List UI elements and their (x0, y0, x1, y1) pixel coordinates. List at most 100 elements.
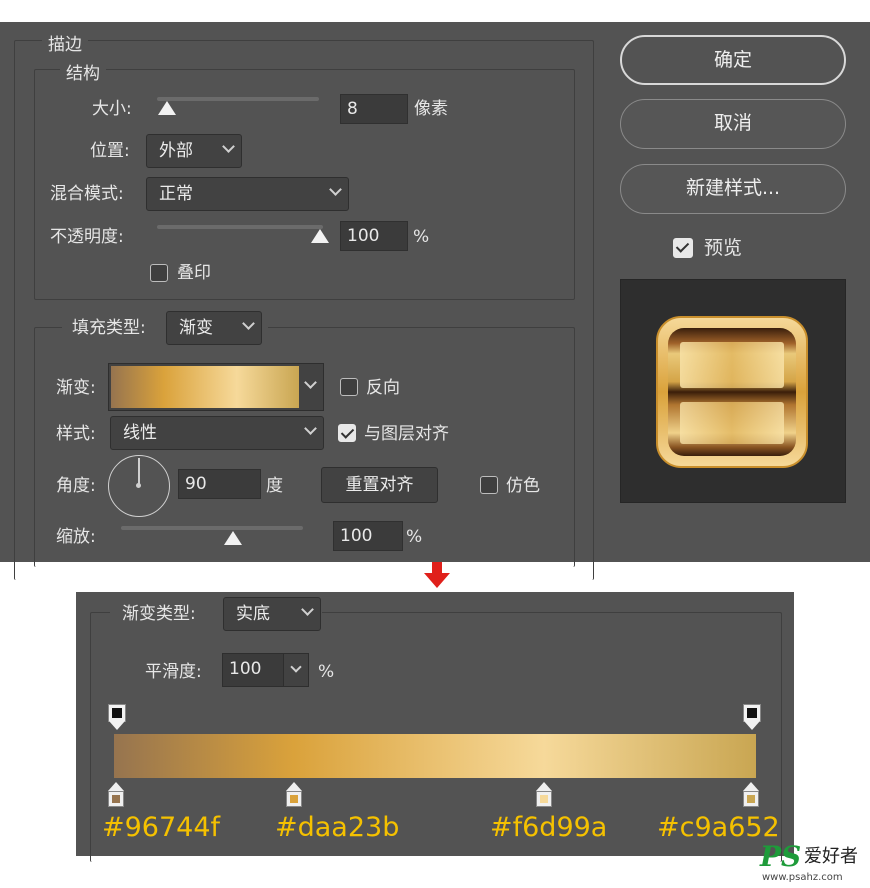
color-stop-pointer (743, 782, 759, 791)
scale-input[interactable]: 100 (333, 521, 403, 551)
stroke-title: 描边 (42, 30, 88, 55)
color-stop-box (108, 791, 124, 807)
watermark-url: www.psahz.com (762, 872, 843, 883)
color-stop-box (743, 791, 759, 807)
angle-dial-needle (138, 458, 140, 485)
opacity-slider-thumb[interactable] (311, 229, 329, 243)
scale-unit: % (406, 527, 423, 547)
style-select[interactable]: 线性 (110, 416, 324, 450)
opacity-stop-left[interactable] (108, 704, 126, 732)
opacity-input[interactable]: 100 (340, 221, 408, 251)
color-stop-box (286, 791, 302, 807)
color-stop-pointer (286, 782, 302, 791)
style-value: 线性 (123, 423, 157, 443)
reverse-label: 反向 (366, 378, 400, 398)
reverse-checkbox[interactable] (340, 378, 358, 396)
opacity-stop-swatch (747, 708, 757, 718)
angle-dial-center (136, 483, 141, 488)
color-stop-swatch (112, 795, 120, 803)
color-stop-3[interactable] (536, 782, 552, 808)
gold-button-preview (656, 316, 808, 468)
dither-label: 仿色 (506, 476, 540, 496)
color-stop-4[interactable] (743, 782, 759, 808)
size-slider-thumb[interactable] (158, 101, 176, 115)
overprint-checkbox[interactable] (150, 264, 168, 282)
opacity-stop-swatch (112, 708, 122, 718)
hex-label-4: #c9a652 (657, 812, 780, 843)
arrow-down-icon (424, 562, 450, 588)
layer-style-dialog: 描边 结构 大小: 8 像素 位置: 外部 混合模式: 正常 不透明度: 100… (0, 22, 870, 580)
size-slider-track[interactable] (157, 97, 319, 101)
blend-mode-value: 正常 (159, 184, 193, 204)
position-label: 位置: (90, 141, 130, 161)
ok-button[interactable]: 确定 (620, 35, 846, 85)
angle-unit: 度 (266, 476, 283, 496)
smoothness-field[interactable]: 100 (222, 653, 309, 687)
chevron-down-icon (329, 183, 342, 196)
position-select[interactable]: 外部 (146, 134, 242, 168)
color-stop-1[interactable] (108, 782, 124, 808)
structure-title: 结构 (60, 59, 106, 84)
opacity-label: 不透明度: (50, 227, 124, 247)
color-stop-2[interactable] (286, 782, 302, 808)
chevron-down-icon (222, 140, 235, 153)
style-label: 样式: (56, 424, 96, 444)
chevron-down-icon (242, 317, 255, 330)
size-label: 大小: (92, 99, 132, 119)
preview-checkbox[interactable] (673, 238, 693, 258)
smoothness-label: 平滑度: (145, 662, 202, 682)
blend-mode-select[interactable]: 正常 (146, 177, 349, 211)
color-stop-pointer (108, 782, 124, 791)
smoothness-dropdown-button[interactable] (283, 654, 308, 686)
watermark-logo: PS (760, 840, 802, 873)
opacity-stop-box (743, 704, 761, 722)
hex-label-1: #96744f (102, 812, 221, 843)
opacity-stop-right[interactable] (743, 704, 761, 732)
opacity-unit: % (413, 227, 430, 247)
watermark-site-name: 爱好者 (804, 846, 858, 867)
scale-slider-track[interactable] (121, 526, 303, 530)
size-input[interactable]: 8 (340, 94, 408, 124)
align-with-layer-label: 与图层对齐 (364, 424, 449, 444)
angle-label: 角度: (56, 476, 96, 496)
cancel-button[interactable]: 取消 (620, 99, 846, 149)
chevron-down-icon (304, 422, 317, 435)
hex-label-3: #f6d99a (490, 812, 608, 843)
gradient-bar[interactable] (114, 734, 756, 778)
blend-mode-label: 混合模式: (50, 184, 124, 204)
color-stop-swatch (747, 795, 755, 803)
fill-type-value: 渐变 (179, 318, 213, 338)
color-stop-swatch (290, 795, 298, 803)
angle-input[interactable]: 90 (178, 469, 261, 499)
opacity-stop-pointer (744, 721, 760, 730)
chevron-down-icon (290, 661, 302, 673)
smoothness-value: 100 (229, 659, 262, 679)
scale-label: 缩放: (56, 527, 96, 547)
gradient-label: 渐变: (56, 378, 96, 398)
color-stop-pointer (536, 782, 552, 791)
chevron-down-icon (301, 603, 314, 616)
gradient-type-value: 实底 (236, 604, 270, 624)
smoothness-unit: % (318, 662, 335, 682)
chevron-down-icon (304, 376, 317, 389)
new-style-button[interactable]: 新建样式... (620, 164, 846, 214)
align-with-layer-checkbox[interactable] (338, 424, 356, 442)
reset-alignment-button[interactable]: 重置对齐 (321, 467, 438, 503)
opacity-slider-track[interactable] (157, 225, 323, 229)
scale-slider-thumb[interactable] (224, 531, 242, 545)
overprint-label: 叠印 (177, 263, 211, 283)
gradient-preview (111, 366, 299, 408)
size-unit: 像素 (414, 99, 448, 119)
fill-type-select[interactable]: 渐变 (166, 311, 262, 345)
color-stop-box (536, 791, 552, 807)
opacity-stop-box (108, 704, 126, 722)
watermark: PS 爱好者 www.psahz.com (760, 842, 868, 886)
gradient-type-select[interactable]: 实底 (223, 597, 321, 631)
gradient-picker[interactable] (108, 363, 324, 411)
angle-dial[interactable] (108, 455, 170, 517)
preview-label: 预览 (704, 237, 743, 259)
position-value: 外部 (159, 141, 193, 161)
fill-type-label: 填充类型: (72, 318, 146, 338)
dither-checkbox[interactable] (480, 476, 498, 494)
gradient-type-label: 渐变类型: (122, 604, 196, 624)
